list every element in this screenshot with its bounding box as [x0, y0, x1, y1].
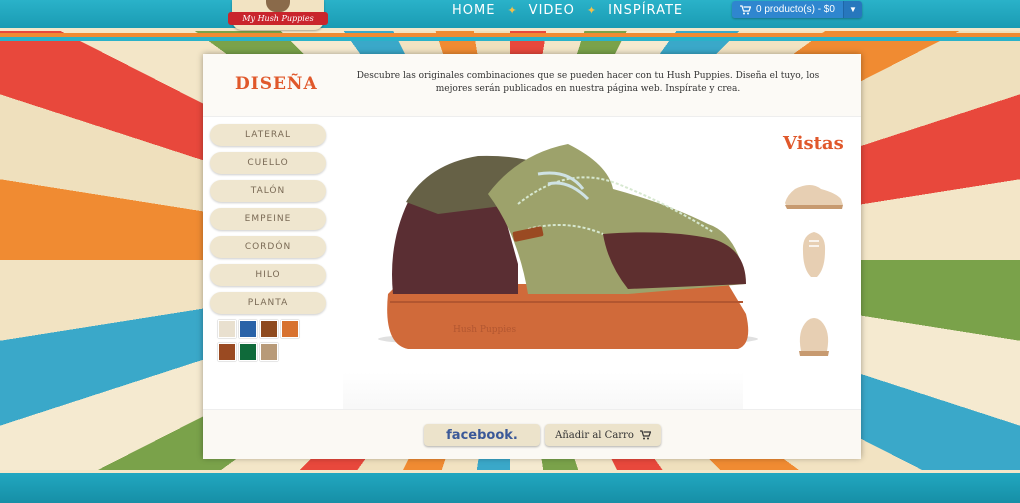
color-swatch[interactable] [218, 320, 236, 338]
main-nav: HOME ✦ VIDEO ✦ INSPÍRATE [452, 3, 683, 18]
menu-lateral[interactable]: LATERAL [210, 124, 326, 146]
footer-bar [0, 470, 1020, 503]
color-swatches [218, 320, 318, 361]
facebook-share-button[interactable]: facebook. [424, 424, 540, 446]
color-swatch[interactable] [239, 320, 257, 338]
cart-icon [639, 430, 651, 440]
site-logo[interactable]: My Hush Puppies [228, 0, 328, 30]
nav-home[interactable]: HOME [452, 3, 495, 18]
star-icon: ✦ [507, 4, 517, 17]
menu-hilo[interactable]: HILO [210, 264, 326, 286]
design-panel: DISEÑA Descubre las originales combinaci… [203, 54, 861, 459]
page-description: Descubre las originales combinaciones qu… [356, 71, 820, 94]
cart-dropdown[interactable]: 0 producto(s) - $0 ▼ [732, 1, 862, 18]
menu-cuello[interactable]: CUELLO [210, 152, 326, 174]
nav-inspirate[interactable]: INSPÍRATE [608, 3, 683, 18]
logo-banner: My Hush Puppies [228, 12, 328, 25]
top-stripe-2 [0, 37, 1020, 41]
views-title: Vistas [783, 133, 844, 154]
menu-planta[interactable]: PLANTA [210, 292, 326, 314]
view-side-thumbnail[interactable] [781, 167, 847, 217]
color-swatch[interactable] [281, 320, 299, 338]
menu-talon[interactable]: TALÓN [210, 180, 326, 202]
shoe-preview[interactable]: Hush Puppies [368, 134, 773, 394]
star-icon: ✦ [586, 4, 597, 17]
color-swatch[interactable] [260, 320, 278, 338]
menu-empeine[interactable]: EMPEINE [210, 208, 326, 230]
cart-label: 0 producto(s) - $0 [756, 4, 835, 15]
menu-cordon[interactable]: CORDÓN [210, 236, 326, 258]
view-front-thumbnail[interactable] [781, 311, 847, 361]
color-swatch[interactable] [239, 343, 257, 361]
caret-down-icon[interactable]: ▼ [842, 1, 862, 18]
page-title: DISEÑA [235, 74, 318, 94]
part-menu: LATERAL CUELLO TALÓN EMPEINE CORDÓN HILO… [210, 124, 328, 320]
view-top-thumbnail[interactable] [781, 229, 847, 279]
add-to-cart-label: Añadir al Carro [555, 429, 634, 441]
shoe-brand: Hush Puppies [453, 325, 517, 335]
panel-header: DISEÑA Descubre las originales combinaci… [203, 54, 861, 117]
cart-button[interactable]: 0 producto(s) - $0 [732, 1, 843, 18]
color-swatch[interactable] [260, 343, 278, 361]
add-to-cart-button[interactable]: Añadir al Carro [545, 424, 661, 446]
logo-dog-icon [266, 0, 290, 12]
nav-video[interactable]: VIDEO [529, 3, 575, 18]
cart-icon [740, 4, 751, 14]
color-swatch[interactable] [218, 343, 236, 361]
